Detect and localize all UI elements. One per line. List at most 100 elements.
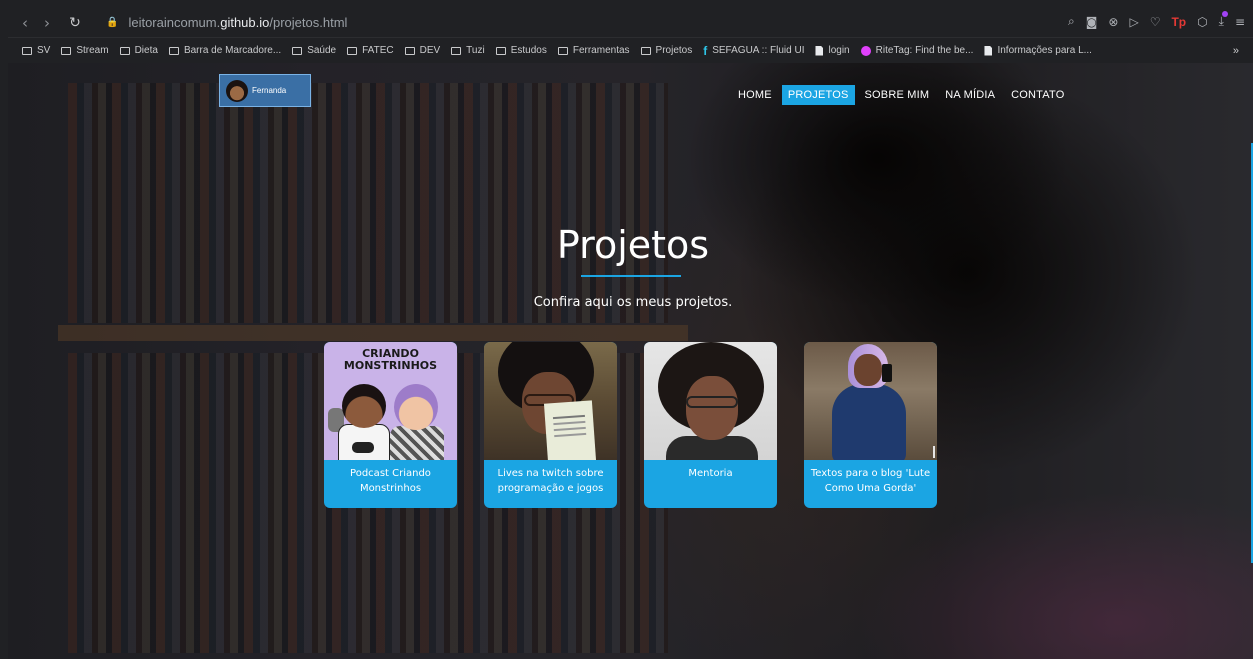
mentoria-photo [644, 342, 777, 460]
folder-icon [640, 46, 651, 55]
forward-icon[interactable]: › [36, 14, 58, 32]
bookmark-item[interactable]: FATEC [347, 45, 394, 56]
photo-face [854, 354, 882, 386]
zoom-icon[interactable]: ⌕ [1068, 14, 1075, 29]
blog-photo [804, 342, 937, 460]
bookmark-item[interactable]: f SEFAGUA :: Fluid UI [703, 44, 804, 58]
photo-face [686, 376, 738, 440]
cover-title: CRIANDO MONSTRINHOS [343, 347, 438, 372]
bookmark-label: FATEC [362, 45, 394, 56]
folder-icon [168, 46, 179, 55]
project-card-podcast[interactable]: CRIANDO MONSTRINHOS Podcast Criando Mons… [324, 342, 457, 508]
main-menu: HOME PROJETOS SOBRE MIM NA MÍDIA CONTATO [732, 85, 1075, 105]
card-caption: Textos para o blog 'Lute Como Uma Gorda' [810, 468, 931, 494]
bookmark-item[interactable]: Estudos [495, 45, 547, 56]
bookmarks-bar: SV Stream Dieta Barra de Marcadore... Saúde F… [8, 37, 1253, 63]
camera-icon[interactable]: ◙ [1086, 15, 1098, 29]
project-card-mentoria[interactable]: Mentoria [644, 342, 777, 508]
site-logo[interactable]: Fernanda [219, 74, 311, 107]
avatar [226, 79, 248, 102]
figure-head [342, 384, 386, 428]
bookmark-label: Estudos [510, 45, 547, 56]
bookmark-item[interactable]: Saúde [292, 45, 336, 56]
bookmark-label: SV [37, 45, 51, 56]
reload-icon[interactable]: ↻ [64, 15, 86, 31]
address-bar[interactable]: leitoraincomum.github.io/projetos.html [128, 15, 347, 30]
bookmark-label: Projetos [655, 45, 693, 56]
nav-item-contato[interactable]: CONTATO [1005, 85, 1070, 105]
bookmark-label: DEV [419, 45, 441, 56]
gamepad-icon [352, 442, 374, 453]
page-icon [815, 45, 824, 56]
bookmark-item[interactable]: Ferramentas [557, 45, 630, 56]
bookmark-item[interactable]: login [815, 45, 850, 56]
card-caption: Podcast Criando Monstrinhos [350, 468, 431, 494]
lock-icon[interactable]: 🔒 [106, 17, 118, 28]
project-card-blog[interactable]: Textos para o blog 'Lute Como Uma Gorda' [804, 342, 937, 508]
bookmark-label: Ferramentas [572, 45, 630, 56]
fluid-ui-icon: f [703, 43, 708, 58]
url-prefix: leitoraincomum. [128, 15, 221, 30]
page-icon [984, 45, 993, 56]
close-circle-icon[interactable]: ⊗ [1108, 15, 1118, 29]
bookmark-item[interactable]: Barra de Marcadore... [168, 45, 282, 56]
bookmark-item[interactable]: SV [22, 45, 50, 56]
browser-toolbar: ‹ › ↻ 🔒 leitoraincomum.github.io/projeto… [8, 8, 1253, 37]
sliders-icon[interactable]: ≡ [1235, 15, 1245, 29]
project-card-twitch[interactable]: Lives na twitch sobre programação e jogo… [484, 342, 617, 508]
tp-extension-icon[interactable]: Tp [1171, 15, 1186, 29]
folder-icon [61, 46, 72, 55]
ritetag-icon [860, 45, 871, 56]
card-scrollbar [933, 446, 935, 458]
page-subtitle: Confira aqui os meus projetos. [533, 295, 733, 310]
bookmark-item[interactable]: Stream [61, 45, 109, 56]
bookmark-label: login [828, 45, 850, 56]
bookmark-item[interactable]: Tuzi [451, 45, 485, 56]
bookmark-label: Barra de Marcadore... [183, 45, 282, 56]
bookmark-label: SEFAGUA :: Fluid UI [712, 45, 805, 56]
card-caption: Mentoria [688, 468, 733, 479]
bookmarks-more-button[interactable]: » [1233, 45, 1239, 57]
bookmark-item[interactable]: DEV [404, 45, 441, 56]
glasses [686, 396, 738, 408]
nav-item-na-m-dia[interactable]: NA MÍDIA [939, 85, 1001, 105]
nav-item-home[interactable]: HOME [732, 85, 778, 105]
bookmark-label: Dieta [134, 45, 158, 56]
bookmark-label: RiteTag: Find the be... [875, 45, 974, 56]
bookmark-label: Tuzi [466, 45, 485, 56]
phone [882, 364, 892, 382]
url-path: /projetos.html [269, 15, 348, 30]
back-icon[interactable]: ‹ [14, 14, 36, 32]
folder-icon [347, 46, 358, 55]
folder-icon [22, 46, 32, 55]
book [543, 400, 597, 460]
folder-icon [404, 46, 415, 55]
nav-item-sobre-mim[interactable]: SOBRE MIM [859, 85, 936, 105]
bookmark-item[interactable]: Dieta [119, 45, 158, 56]
bookmark-label: Stream [76, 45, 109, 56]
card-caption: Lives na twitch sobre programação e jogo… [497, 468, 604, 494]
bookmark-item[interactable]: Projetos [640, 45, 693, 56]
folder-icon [557, 46, 568, 55]
bookmark-label: Informações para L... [997, 45, 1092, 56]
folder-icon [495, 46, 506, 55]
send-icon[interactable]: ▷ [1129, 15, 1138, 29]
folder-icon [451, 46, 462, 55]
twitch-photo [484, 342, 617, 460]
bookmark-label: Saúde [307, 45, 337, 56]
bookmark-item[interactable]: Informações para L... [984, 45, 1092, 56]
background-overlay [8, 63, 1253, 659]
folder-icon [292, 46, 303, 55]
browser-window: ‹ › ↻ 🔒 leitoraincomum.github.io/projeto… [8, 8, 1253, 659]
download-icon[interactable]: ⤓ [1219, 11, 1229, 29]
heart-icon[interactable]: ♡ [1150, 15, 1161, 29]
nav-item-projetos[interactable]: PROJETOS [781, 85, 855, 105]
cube-icon[interactable]: ⬡ [1197, 15, 1207, 29]
logo-text: Fernanda [252, 86, 287, 95]
figure-body [390, 426, 444, 460]
page-title: Projetos [556, 223, 710, 267]
bookmark-item[interactable]: RiteTag: Find the be... [860, 45, 974, 56]
podcast-cover-image: CRIANDO MONSTRINHOS [324, 342, 457, 460]
folder-icon [119, 46, 130, 55]
title-underline [581, 275, 681, 277]
